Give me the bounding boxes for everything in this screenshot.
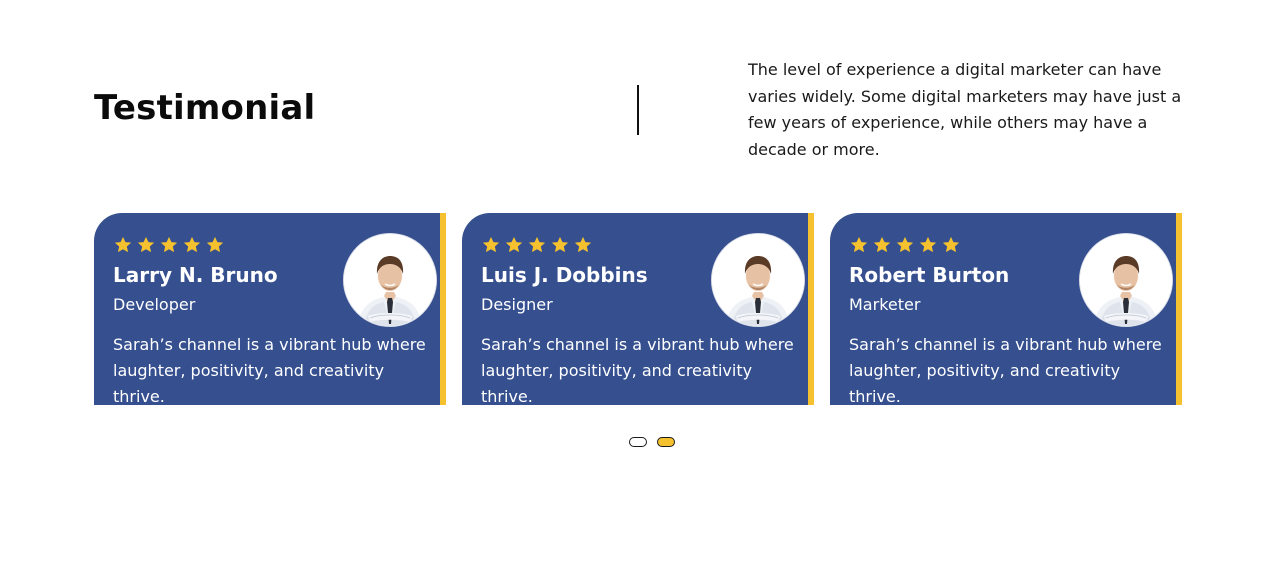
reviewer-name: Larry N. Bruno (113, 263, 278, 287)
star-icon (849, 235, 869, 255)
reviewer-role: Designer (481, 295, 553, 314)
testimonial-quote: Sarah’s channel is a vibrant hub where l… (113, 335, 426, 406)
star-icon (941, 235, 961, 255)
star-icon (481, 235, 501, 255)
star-icon (895, 235, 915, 255)
star-icon (504, 235, 524, 255)
star-rating (481, 235, 593, 255)
carousel-pagination (629, 437, 675, 447)
reviewer-name: Luis J. Dobbins (481, 263, 648, 287)
star-icon (550, 235, 570, 255)
testimonial-card: Luis J. Dobbins Designer Sarah’s channel… (462, 213, 814, 406)
reviewer-name: Robert Burton (849, 263, 1010, 287)
star-icon (136, 235, 156, 255)
pagination-dot-1[interactable] (629, 437, 647, 447)
star-icon (205, 235, 225, 255)
testimonial-quote: Sarah’s channel is a vibrant hub where l… (849, 335, 1162, 406)
testimonial-card: Larry N. Bruno Developer Sarah’s channel… (94, 213, 446, 406)
star-icon (527, 235, 547, 255)
star-rating (113, 235, 225, 255)
star-icon (918, 235, 938, 255)
star-rating (849, 235, 961, 255)
vertical-divider (637, 85, 639, 135)
pagination-dot-2[interactable] (657, 437, 675, 447)
testimonial-carousel: Larry N. Bruno Developer Sarah’s channel… (94, 213, 1182, 406)
section-title: Testimonial (94, 88, 316, 128)
reviewer-role: Developer (113, 295, 196, 314)
reviewer-role: Marketer (849, 295, 921, 314)
avatar (711, 233, 805, 327)
star-icon (159, 235, 179, 255)
avatar (1079, 233, 1173, 327)
star-icon (113, 235, 133, 255)
star-icon (872, 235, 892, 255)
star-icon (182, 235, 202, 255)
testimonial-card: Robert Burton Marketer Sarah’s channel i… (830, 213, 1182, 406)
star-icon (573, 235, 593, 255)
testimonial-quote: Sarah’s channel is a vibrant hub where l… (481, 335, 794, 406)
section-intro: The level of experience a digital market… (748, 60, 1182, 159)
avatar (343, 233, 437, 327)
